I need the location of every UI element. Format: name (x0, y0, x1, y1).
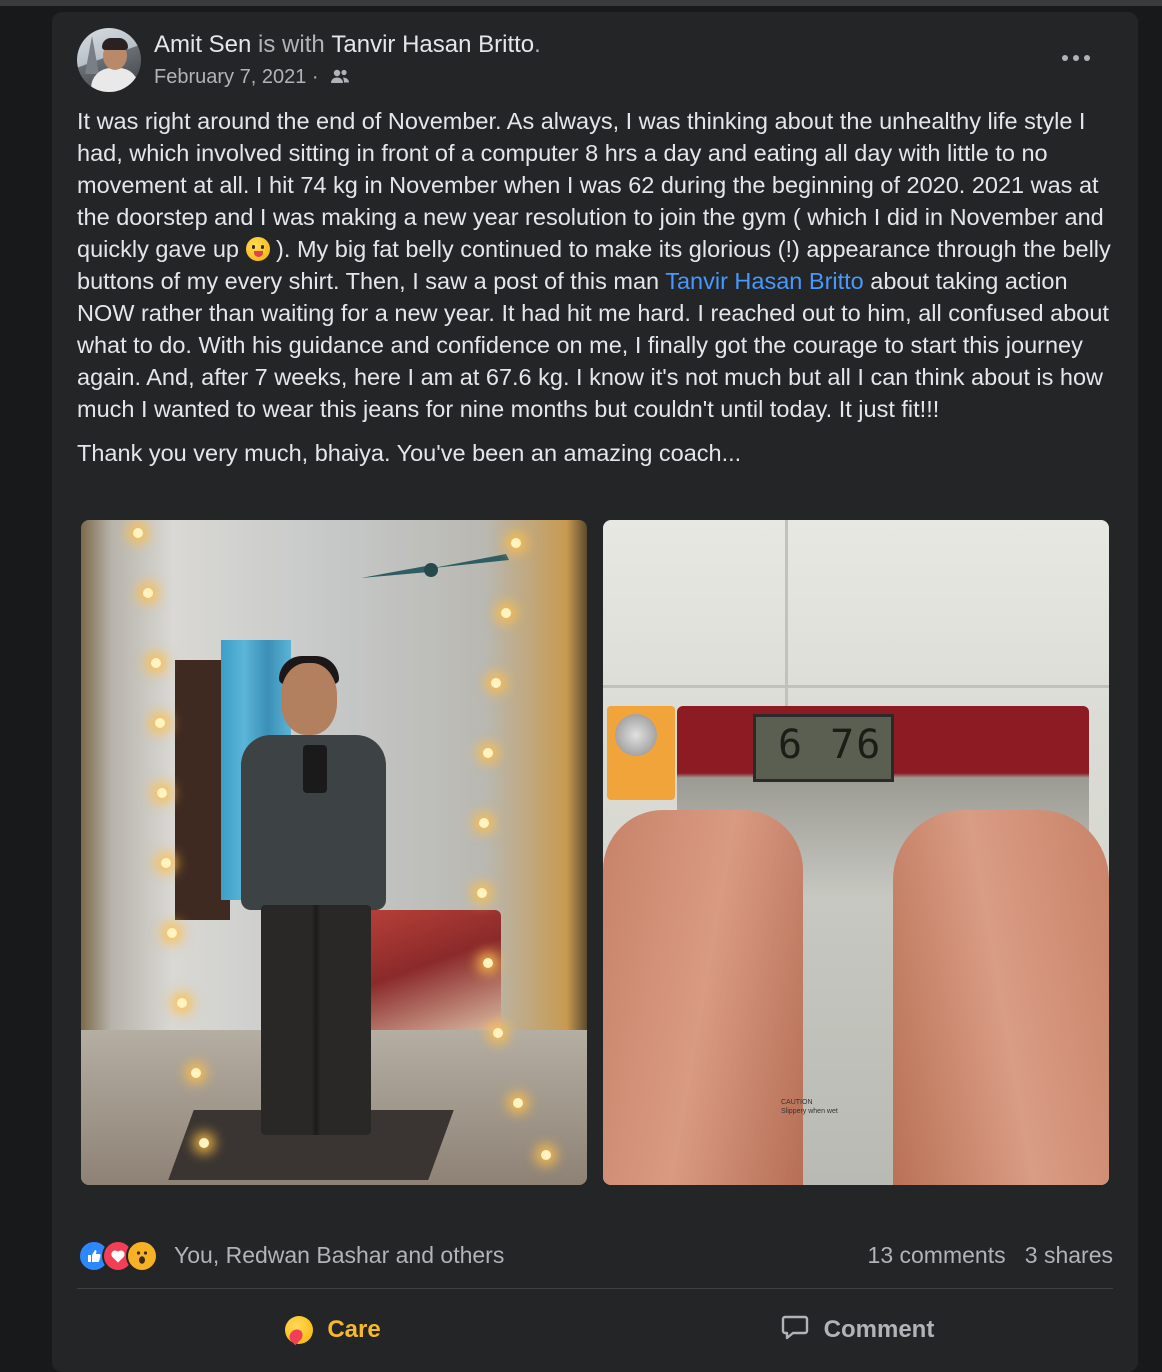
mirror-selfie-photo[interactable] (81, 520, 587, 1185)
post-paragraph: Thank you very much, bhaiya. You've been… (77, 437, 1117, 469)
engagement-counts: 13 comments 3 shares (868, 1240, 1113, 1270)
reaction-icons[interactable] (78, 1240, 158, 1272)
author-avatar[interactable] (77, 28, 141, 92)
reactions-summary[interactable]: You, Redwan Bashar and others (174, 1240, 504, 1270)
post-card: Amit Sen is with Tanvir Hasan Britto. Fe… (52, 12, 1138, 1372)
post-header-line: Amit Sen is with Tanvir Hasan Britto. (154, 30, 541, 60)
actions-divider (77, 1288, 1113, 1289)
comments-count[interactable]: 13 comments (868, 1242, 1006, 1268)
shares-count[interactable]: 3 shares (1025, 1242, 1113, 1268)
care-emoji-icon (285, 1316, 314, 1344)
scale-photo[interactable]: 6 76 CAUTION Slippery when wet (603, 520, 1109, 1185)
tagged-name[interactable]: Tanvir Hasan Britto (331, 31, 534, 58)
with-text: is with (251, 31, 332, 58)
comment-icon (780, 1312, 810, 1349)
author-name[interactable]: Amit Sen (154, 31, 251, 58)
post-paragraph: It was right around the end of November.… (77, 105, 1117, 425)
more-options-icon[interactable] (1054, 46, 1098, 70)
post-date[interactable]: February 7, 2021 · (154, 66, 319, 88)
comment-button[interactable]: Comment (601, 1302, 1113, 1358)
wow-icon (126, 1240, 158, 1272)
post-text: It was right around the end of November.… (77, 105, 1117, 481)
face-with-tongue-emoji (245, 237, 270, 261)
top-divider (0, 0, 1162, 6)
mention-link[interactable]: Tanvir Hasan Britto (665, 268, 864, 294)
care-button[interactable]: Care (77, 1302, 589, 1358)
scale-display: 6 76 (778, 722, 883, 768)
tag-end: . (534, 31, 541, 58)
care-label: Care (327, 1316, 381, 1343)
paragraph-text: Thank you very much, bhaiya. You've been… (77, 440, 742, 466)
comment-label: Comment (823, 1316, 935, 1343)
post-meta: February 7, 2021 · (154, 64, 350, 93)
friends-icon[interactable] (330, 67, 350, 93)
